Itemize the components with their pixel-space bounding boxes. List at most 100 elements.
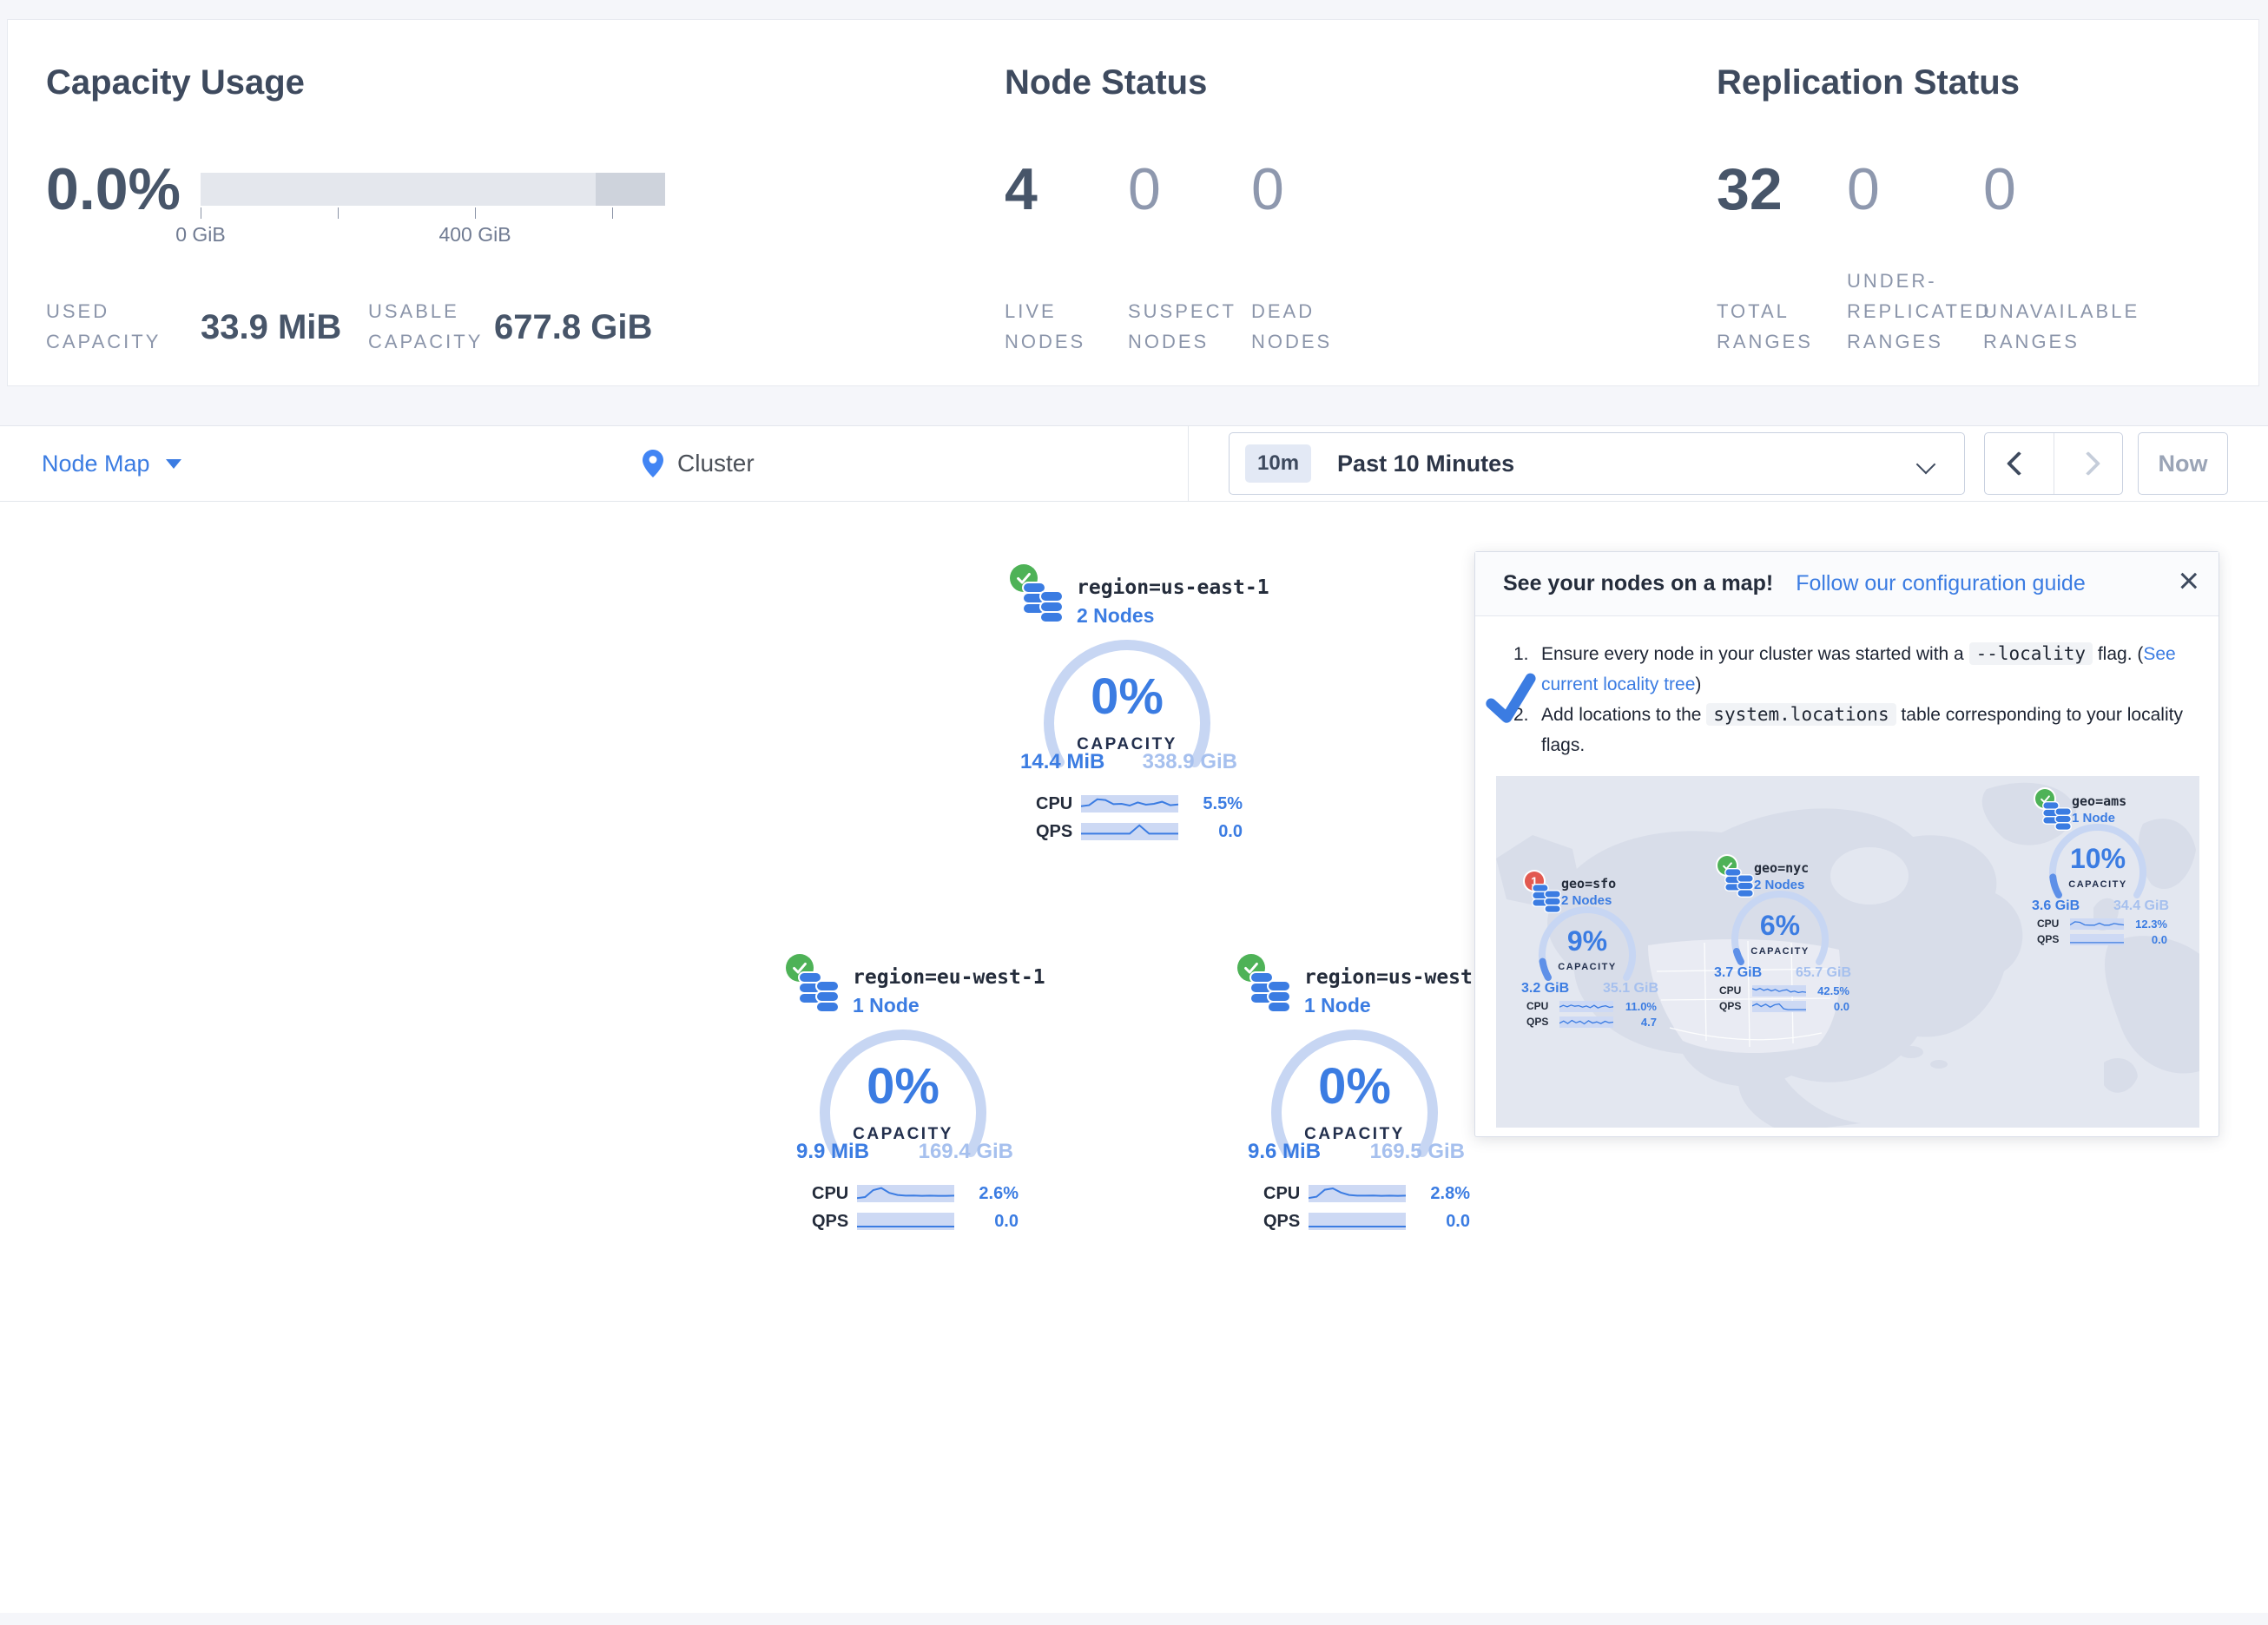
setup-step-1: 1. Ensure every node in your cluster was… [1513, 639, 2184, 700]
capacity-usage-bar [201, 173, 665, 206]
capacity-gauge: 10% CAPACITY [2041, 820, 2155, 905]
live-nodes-value: 4 [1005, 155, 1038, 223]
under-replicated-ranges-label: UNDER-REPLICATEDRANGES [1847, 263, 1992, 357]
capacity-gauge: 6% CAPACITY [1723, 887, 1837, 972]
qps-sparkline [1559, 1016, 1613, 1028]
region-locality-label: region=eu-west-1 [853, 966, 1045, 989]
time-range-label: Past 10 Minutes [1337, 451, 1514, 477]
cpu-metric-row: CPU 5.5% [1036, 790, 1243, 818]
map-toolbar: Node Map Cluster 10m Past 10 Minutes Now [0, 425, 2268, 502]
node-map-canvas: region=us-east-1 2 Nodes 0% CAPACITY 14.… [0, 502, 2268, 1613]
total-capacity: 35.1 GiB [1603, 981, 1658, 997]
popup-title: See your nodes on a map! [1503, 571, 1773, 596]
completed-check-icon [1481, 671, 1542, 728]
total-capacity: 65.7 GiB [1796, 965, 1851, 981]
location-pin-icon [643, 450, 663, 477]
qps-value: 0.0 [954, 1212, 1019, 1232]
used-capacity: 9.9 MiB [796, 1140, 869, 1164]
capacity-percent: 0% [812, 1057, 994, 1115]
capacity-bar-reserved-segment [596, 173, 665, 206]
time-step-buttons [1984, 432, 2123, 495]
bar-tick [612, 207, 613, 219]
qps-metric-row: QPS 0.0 [812, 1207, 1019, 1235]
used-capacity-value: 33.9 MiB [201, 308, 341, 347]
footer-strip [0, 1613, 2268, 1625]
cpu-value: 2.6% [954, 1184, 1019, 1204]
database-stack-icon [798, 970, 840, 1015]
bar-tick-label-zero: 0 GiB [175, 223, 226, 247]
caret-down-icon [166, 459, 181, 469]
used-capacity: 9.6 MiB [1248, 1140, 1321, 1164]
node-status-title: Node Status [1005, 63, 1207, 102]
close-icon[interactable]: × [2178, 562, 2199, 599]
qps-metric-row: QPS 0.0 [1263, 1207, 1470, 1235]
dead-nodes-label: DEADNODES [1251, 263, 1332, 357]
cpu-sparkline [1752, 985, 1806, 997]
total-ranges-value: 32 [1717, 155, 1783, 223]
setup-step-2: 2. Add locations to the system.locations… [1513, 700, 2184, 760]
under-replicated-ranges-value: 0 [1847, 155, 1880, 223]
total-capacity: 169.5 GiB [1370, 1140, 1465, 1164]
map-configuration-popup: See your nodes on a map! Follow our conf… [1474, 551, 2219, 1137]
locality-label: geo=nyc [1754, 860, 1809, 876]
popup-body: 1. Ensure every node in your cluster was… [1475, 616, 2219, 760]
cpu-sparkline [857, 1185, 954, 1202]
qps-sparkline [1081, 823, 1178, 840]
node-map-page: Capacity Usage 0.0% 0 GiB 400 GiB USEDCA… [0, 0, 2268, 1625]
database-stack-icon [1249, 970, 1291, 1015]
cpu-sparkline [1559, 1001, 1613, 1012]
capacity-usage-percent: 0.0% [46, 155, 181, 223]
breadcrumb[interactable]: Cluster [643, 426, 755, 501]
chevron-left-icon [2007, 451, 2031, 476]
time-step-forward-button[interactable] [2054, 433, 2123, 494]
qps-sparkline [857, 1213, 954, 1230]
locality-label: geo=ams [2072, 793, 2126, 809]
time-range-badge: 10m [1245, 444, 1311, 483]
qps-sparkline [2070, 934, 2124, 945]
live-nodes-label: LIVENODES [1005, 263, 1085, 357]
bar-tick [338, 207, 339, 219]
cpu-sparkline [1081, 795, 1178, 812]
suspect-nodes-value: 0 [1128, 155, 1161, 223]
replication-status-title: Replication Status [1717, 63, 2020, 102]
now-button[interactable]: Now [2138, 432, 2228, 495]
used-capacity: 3.2 GiB [1521, 981, 1569, 997]
used-capacity: 3.7 GiB [1714, 965, 1762, 981]
unavailable-ranges-label: UNAVAILABLERANGES [1983, 263, 2139, 357]
qps-sparkline [1752, 1001, 1806, 1012]
region-node-count: 2 Nodes [1077, 604, 1154, 628]
bar-tick [475, 207, 476, 219]
used-capacity-label: USEDCAPACITY [46, 263, 161, 357]
total-capacity: 338.9 GiB [1143, 750, 1237, 774]
suspect-nodes-label: SUSPECTNODES [1128, 263, 1236, 357]
chevron-down-icon [1916, 455, 1936, 475]
total-capacity: 169.4 GiB [919, 1140, 1013, 1164]
region-locality-label: region=us-east-1 [1077, 576, 1269, 599]
region-node-count: 1 Node [1304, 994, 1371, 1017]
region-locality-label: region=us-west-1 [1304, 966, 1497, 989]
total-capacity: 34.4 GiB [2113, 898, 2169, 914]
cluster-summary-card: Capacity Usage 0.0% 0 GiB 400 GiB USEDCA… [7, 19, 2259, 386]
cpu-sparkline [2070, 918, 2124, 930]
cpu-value: 2.8% [1406, 1184, 1470, 1204]
cpu-metric-row: CPU 2.6% [812, 1180, 1019, 1207]
chevron-right-icon [2076, 451, 2100, 476]
capacity-gauge: 9% CAPACITY [1530, 903, 1645, 988]
toolbar-divider [1188, 426, 1189, 501]
breadcrumb-label: Cluster [677, 450, 755, 477]
time-range-dropdown[interactable]: 10m Past 10 Minutes [1229, 432, 1965, 495]
view-selector-node-map[interactable]: Node Map [42, 426, 181, 501]
cpu-value: 5.5% [1178, 794, 1243, 814]
time-step-back-button[interactable] [1985, 433, 2054, 494]
capacity-percent: 0% [1263, 1057, 1446, 1115]
locality-label: geo=sfo [1561, 876, 1616, 891]
dead-nodes-value: 0 [1251, 155, 1284, 223]
used-capacity: 3.6 GiB [2032, 898, 2080, 914]
capacity-usage-title: Capacity Usage [46, 63, 305, 102]
configuration-guide-link[interactable]: Follow our configuration guide [1796, 571, 2086, 596]
popup-header: See your nodes on a map! Follow our conf… [1475, 552, 2219, 616]
usable-capacity-value: 677.8 GiB [494, 308, 652, 347]
total-ranges-label: TOTALRANGES [1717, 263, 1813, 357]
usable-capacity-label: USABLECAPACITY [368, 263, 483, 357]
cpu-metric-row: CPU 2.8% [1263, 1180, 1470, 1207]
